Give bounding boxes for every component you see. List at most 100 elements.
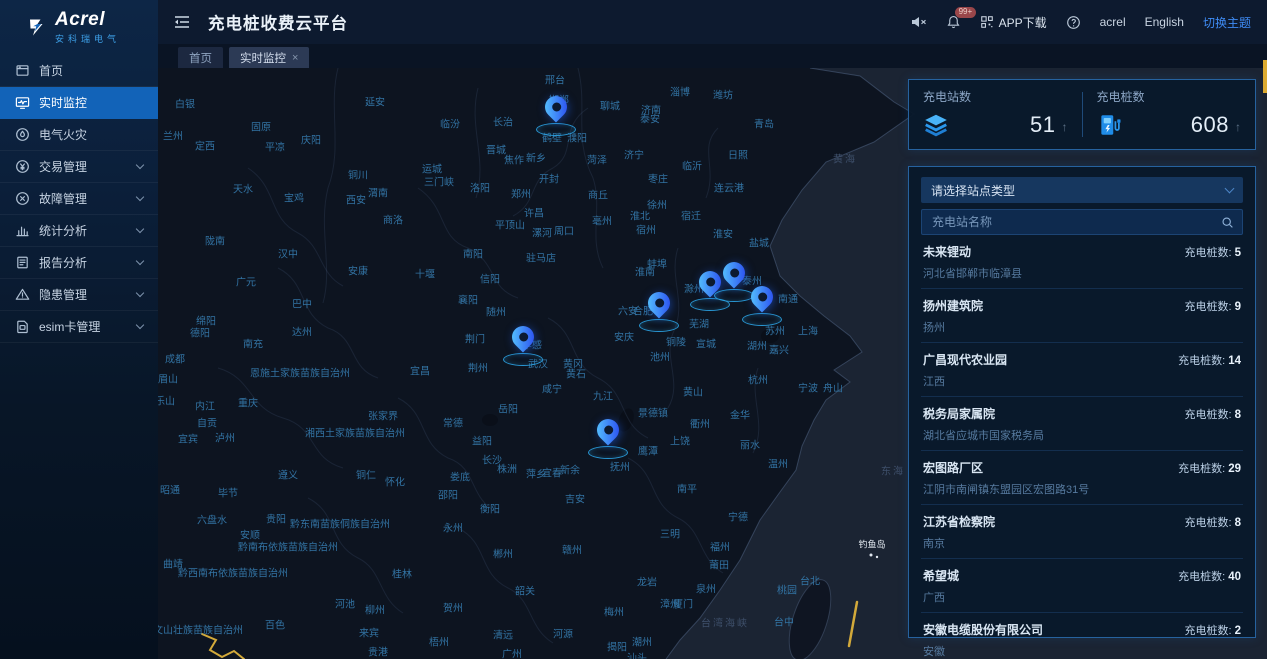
- sidebar-item-report[interactable]: 报告分析: [0, 247, 158, 279]
- city-label: 清远: [493, 627, 513, 642]
- city-label: 河源: [553, 626, 573, 641]
- city-label: 商洛: [383, 212, 403, 227]
- station-pile-count-label: 充电桩数:: [1185, 622, 1232, 638]
- city-label: 郴州: [493, 546, 513, 561]
- sidebar-item-fault-circle[interactable]: 故障管理: [0, 183, 158, 215]
- station-name: 安徽电缆股份有限公司: [923, 621, 1043, 638]
- city-label: 焦作: [504, 152, 524, 167]
- station-address: 安徽: [923, 643, 1241, 659]
- sea-label: 台湾海峡: [701, 615, 749, 630]
- help-icon[interactable]: [1066, 15, 1081, 30]
- city-label: 平顶山: [495, 217, 525, 232]
- city-label: 龙岩: [637, 574, 657, 589]
- collapse-sidebar-icon[interactable]: [173, 15, 191, 29]
- stat-stations-value: 51: [1030, 112, 1055, 138]
- city-label: 渭南: [368, 185, 388, 200]
- city-label: 金华: [730, 407, 750, 422]
- station-list-item[interactable]: 扬州建筑院 充电桩数: 9 扬州: [921, 289, 1243, 343]
- city-label: 上海: [798, 323, 818, 338]
- sidebar-item-monitor-pulse[interactable]: 实时监控: [0, 87, 158, 119]
- city-label: 亳州: [592, 213, 612, 228]
- sidebar-item-sim-card[interactable]: esim卡管理: [0, 311, 158, 343]
- city-label: 衢州: [690, 416, 710, 431]
- sidebar-item-transaction-circle[interactable]: 交易管理: [0, 151, 158, 183]
- city-label: 广元: [236, 274, 256, 289]
- station-pile-count: 40: [1228, 571, 1241, 583]
- station-list-item[interactable]: 宏图路厂区 充电桩数: 29 江阴市南闸镇东盟园区宏图路31号: [921, 451, 1243, 505]
- bar-chart-icon: [15, 223, 30, 238]
- station-list-item[interactable]: 未来锂动 充电桩数: 5 河北省邯郸市临漳县: [921, 235, 1243, 289]
- city-label: 潍坊: [713, 87, 733, 102]
- city-label: 延安: [365, 94, 385, 109]
- brand-subtitle: 安科瑞电气: [55, 32, 120, 45]
- site-type-select[interactable]: 请选择站点类型: [921, 177, 1243, 203]
- station-list-item[interactable]: 税务局家属院 充电桩数: 8 湖北省应城市国家税务局: [921, 397, 1243, 451]
- language-switch[interactable]: English: [1145, 15, 1184, 29]
- city-label: 常德: [443, 415, 463, 430]
- city-label: 德阳: [190, 325, 210, 340]
- city-label: 湘西土家族苗族自治州: [305, 425, 405, 440]
- chevron-down-icon: [136, 225, 144, 233]
- notification-bell-icon[interactable]: 99+: [946, 14, 961, 30]
- city-label: 日照: [728, 147, 748, 162]
- city-label: 抚州: [610, 459, 630, 474]
- city-label: 白银: [175, 96, 195, 111]
- city-label: 十堰: [415, 266, 435, 281]
- site-type-select-value: 请选择站点类型: [931, 182, 1015, 199]
- city-label: 巴中: [292, 296, 312, 311]
- station-pile-count: 2: [1235, 625, 1241, 637]
- city-label: 襄阳: [458, 292, 478, 307]
- app-download-button[interactable]: APP下载: [980, 14, 1047, 31]
- city-label: 邢台: [545, 72, 565, 87]
- city-label: 株洲: [497, 461, 517, 476]
- sidebar-item-home[interactable]: 首页: [0, 55, 158, 87]
- search-icon[interactable]: [1221, 216, 1234, 229]
- edge-gold-marker: [1263, 60, 1267, 93]
- qr-code-icon: [980, 15, 994, 29]
- station-address: 江阴市南闸镇东盟园区宏图路31号: [923, 481, 1241, 497]
- station-list-item[interactable]: 广昌现代农业园 充电桩数: 14 江西: [921, 343, 1243, 397]
- station-pile-count-label: 充电桩数:: [1185, 298, 1232, 314]
- city-label: 丽水: [740, 437, 760, 452]
- city-label: 济宁: [624, 147, 644, 162]
- city-label: 芜湖: [689, 316, 709, 331]
- sidebar-item-bar-chart[interactable]: 统计分析: [0, 215, 158, 247]
- tab-close-icon[interactable]: ×: [292, 52, 298, 64]
- city-label: 漯河: [532, 225, 552, 240]
- station-pile-count-label: 充电桩数:: [1178, 568, 1225, 584]
- city-label: 黄石: [566, 366, 586, 381]
- sidebar-item-fire-circle[interactable]: 电气火灾: [0, 119, 158, 151]
- city-label: 洛阳: [470, 180, 490, 195]
- fault-circle-icon: [15, 191, 30, 206]
- mute-icon[interactable]: [910, 14, 927, 30]
- station-name: 广昌现代农业园: [923, 351, 1007, 368]
- city-label: 景德镇: [638, 405, 668, 420]
- tab-active[interactable]: 实时监控 ×: [229, 47, 309, 68]
- city-label: 宿州: [636, 222, 656, 237]
- sidebar-nav: 首页 实时监控 电气火灾 交易管理 故障管理 统计分析 报告分析 隐患管理 es…: [0, 55, 158, 343]
- station-name: 未来锂动: [923, 243, 971, 260]
- city-label: 宝鸡: [284, 190, 304, 205]
- layers-icon: [923, 112, 949, 138]
- city-label: 西安: [346, 192, 366, 207]
- theme-switch-link[interactable]: 切换主题: [1203, 14, 1251, 31]
- station-list-item[interactable]: 江苏省检察院 充电桩数: 8 南京: [921, 505, 1243, 559]
- city-label: 铜陵: [666, 334, 686, 349]
- station-address: 湖北省应城市国家税务局: [923, 427, 1241, 443]
- sidebar-item-warning-triangle[interactable]: 隐患管理: [0, 279, 158, 311]
- city-label: 泉州: [696, 581, 716, 596]
- city-label: 郑州: [511, 186, 531, 201]
- home-icon: [15, 63, 30, 78]
- city-label: 宿迁: [681, 208, 701, 223]
- station-search-input[interactable]: [932, 215, 1221, 229]
- city-label: 新余: [560, 462, 580, 477]
- city-label: 梧州: [429, 634, 449, 649]
- page-title: 充电桩收费云平台: [208, 10, 348, 34]
- username[interactable]: acrel: [1100, 15, 1126, 29]
- city-label: 宁德: [728, 509, 748, 524]
- station-list-item[interactable]: 希望城 充电桩数: 40 广西: [921, 559, 1243, 613]
- city-label: 安庆: [614, 329, 634, 344]
- transaction-circle-icon: [15, 159, 30, 174]
- tab-inactive[interactable]: 首页: [178, 47, 223, 68]
- station-list-item[interactable]: 安徽电缆股份有限公司 充电桩数: 2 安徽: [921, 613, 1243, 659]
